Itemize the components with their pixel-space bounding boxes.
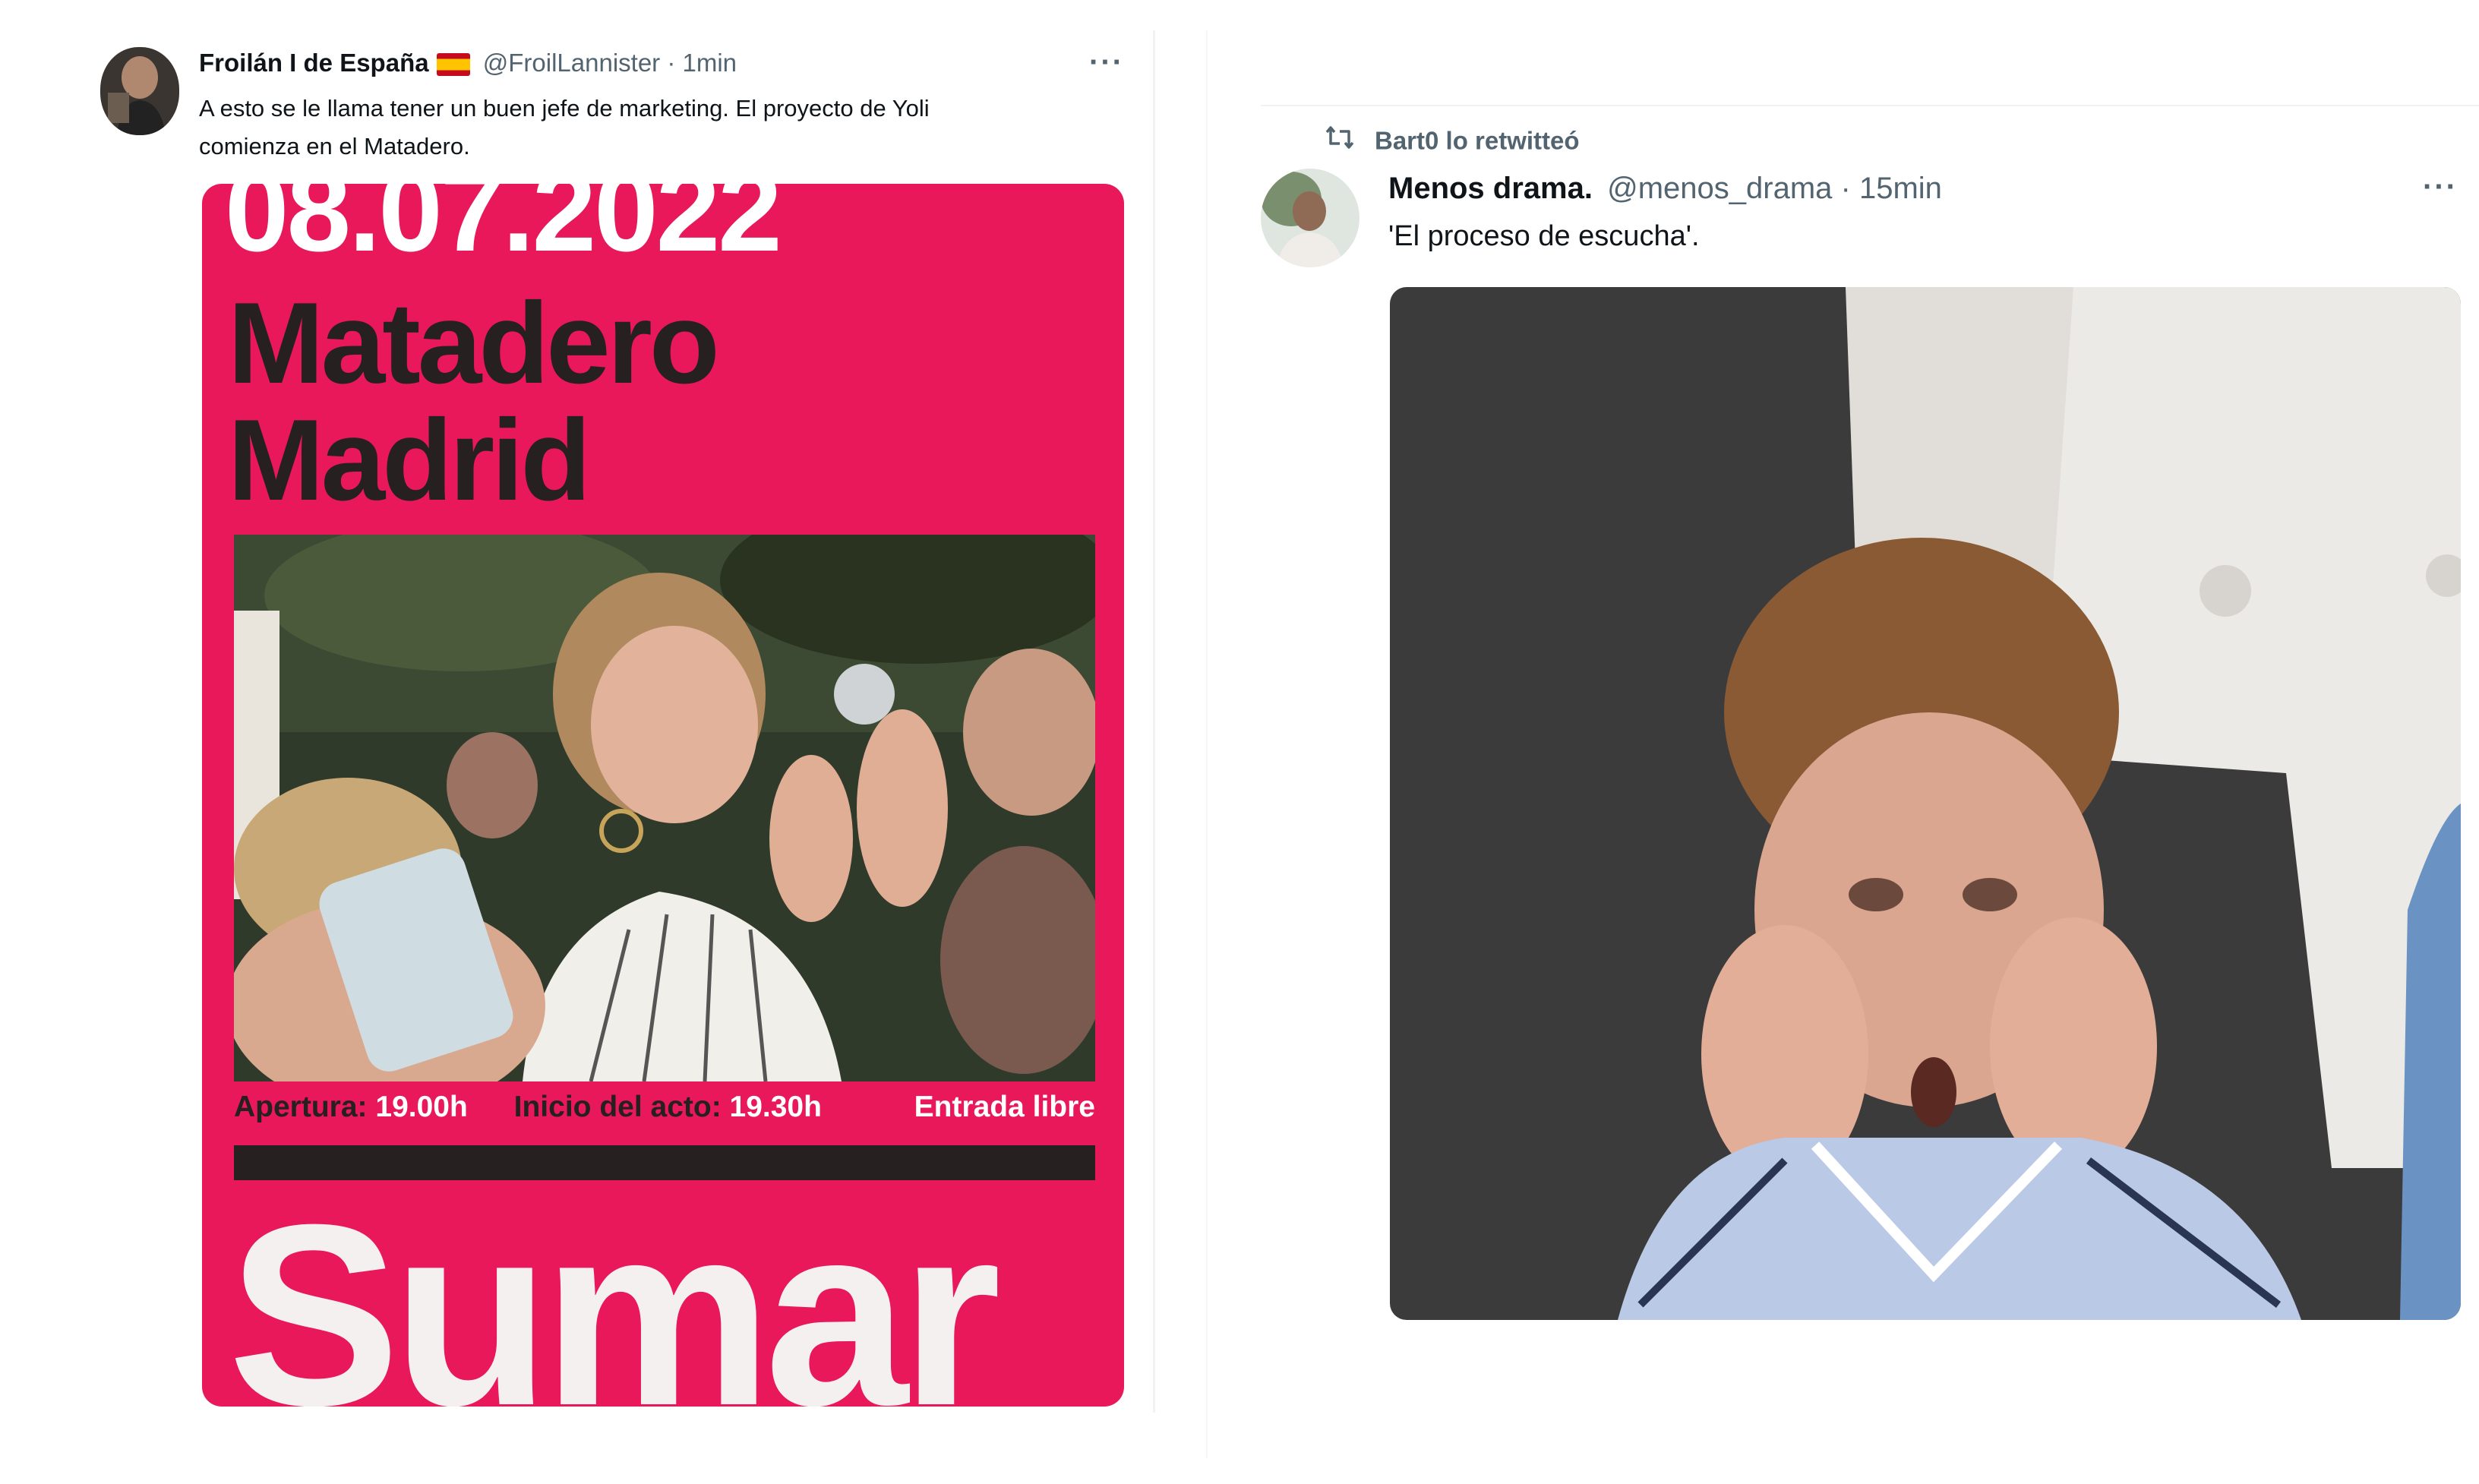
tweet-time[interactable]: · 1min: [667, 49, 737, 77]
more-horizontal-icon[interactable]: ···: [2423, 172, 2458, 202]
author-name[interactable]: Froilán I de España: [199, 49, 429, 77]
avatar-menos-drama[interactable]: [1261, 169, 1360, 267]
poster-date: 08.07.2022: [225, 184, 782, 276]
more-horizontal-icon[interactable]: ···: [1089, 47, 1124, 77]
tweet-right-text: 'El proceso de escucha'.: [1388, 220, 1700, 252]
retweet-icon: [1325, 125, 1355, 156]
column-divider-right: [1206, 30, 1208, 1458]
author-handle[interactable]: @FroilLannister: [483, 49, 660, 77]
tweet-left-header: Froilán I de España @FroilLannister · 1m…: [199, 49, 737, 77]
tweet-right-top-border: [1261, 105, 2479, 106]
retweet-context: Bart0 lo retwitteó: [1325, 125, 1580, 156]
poster-venue-line2: Madrid: [228, 396, 591, 525]
poster-image[interactable]: 08.07.2022 Matadero Madrid Apertura: 19.…: [202, 184, 1124, 1407]
poster-photo: [234, 535, 1095, 1081]
tweet-left-text: A esto se le llama tener un buen jefe de…: [199, 90, 930, 166]
tweet-right-header: Menos drama. @menos_drama · 15min: [1388, 172, 1942, 206]
avatar-froilan[interactable]: [100, 47, 179, 135]
author-handle[interactable]: @menos_drama: [1607, 172, 1832, 205]
author-name[interactable]: Menos drama.: [1388, 172, 1593, 205]
poster-inicio-time: 19.30h: [729, 1091, 822, 1123]
retweet-label[interactable]: Bart0 lo retwitteó: [1375, 126, 1580, 154]
poster-apertura-time: 19.00h: [375, 1091, 468, 1123]
poster-apertura-label: Apertura:: [234, 1091, 368, 1123]
poster-brand: Sumar: [228, 1171, 1001, 1407]
poster-info-row: Apertura: 19.00h Inicio del acto: 19.30h…: [234, 1091, 1095, 1124]
poster-inicio-label: Inicio del acto:: [513, 1091, 722, 1123]
tweet-text-line: comienza en el Matadero.: [199, 133, 470, 159]
tweet-photo[interactable]: [1390, 287, 2461, 1320]
tweet-time[interactable]: · 15min: [1841, 172, 1942, 205]
column-divider-left: [1153, 30, 1155, 1413]
tweet-text-line: A esto se le llama tener un buen jefe de…: [199, 95, 930, 122]
poster-entrada: Entrada libre: [914, 1091, 1095, 1123]
poster-venue-line1: Matadero: [228, 279, 720, 408]
flag-spain-icon: [436, 53, 470, 77]
